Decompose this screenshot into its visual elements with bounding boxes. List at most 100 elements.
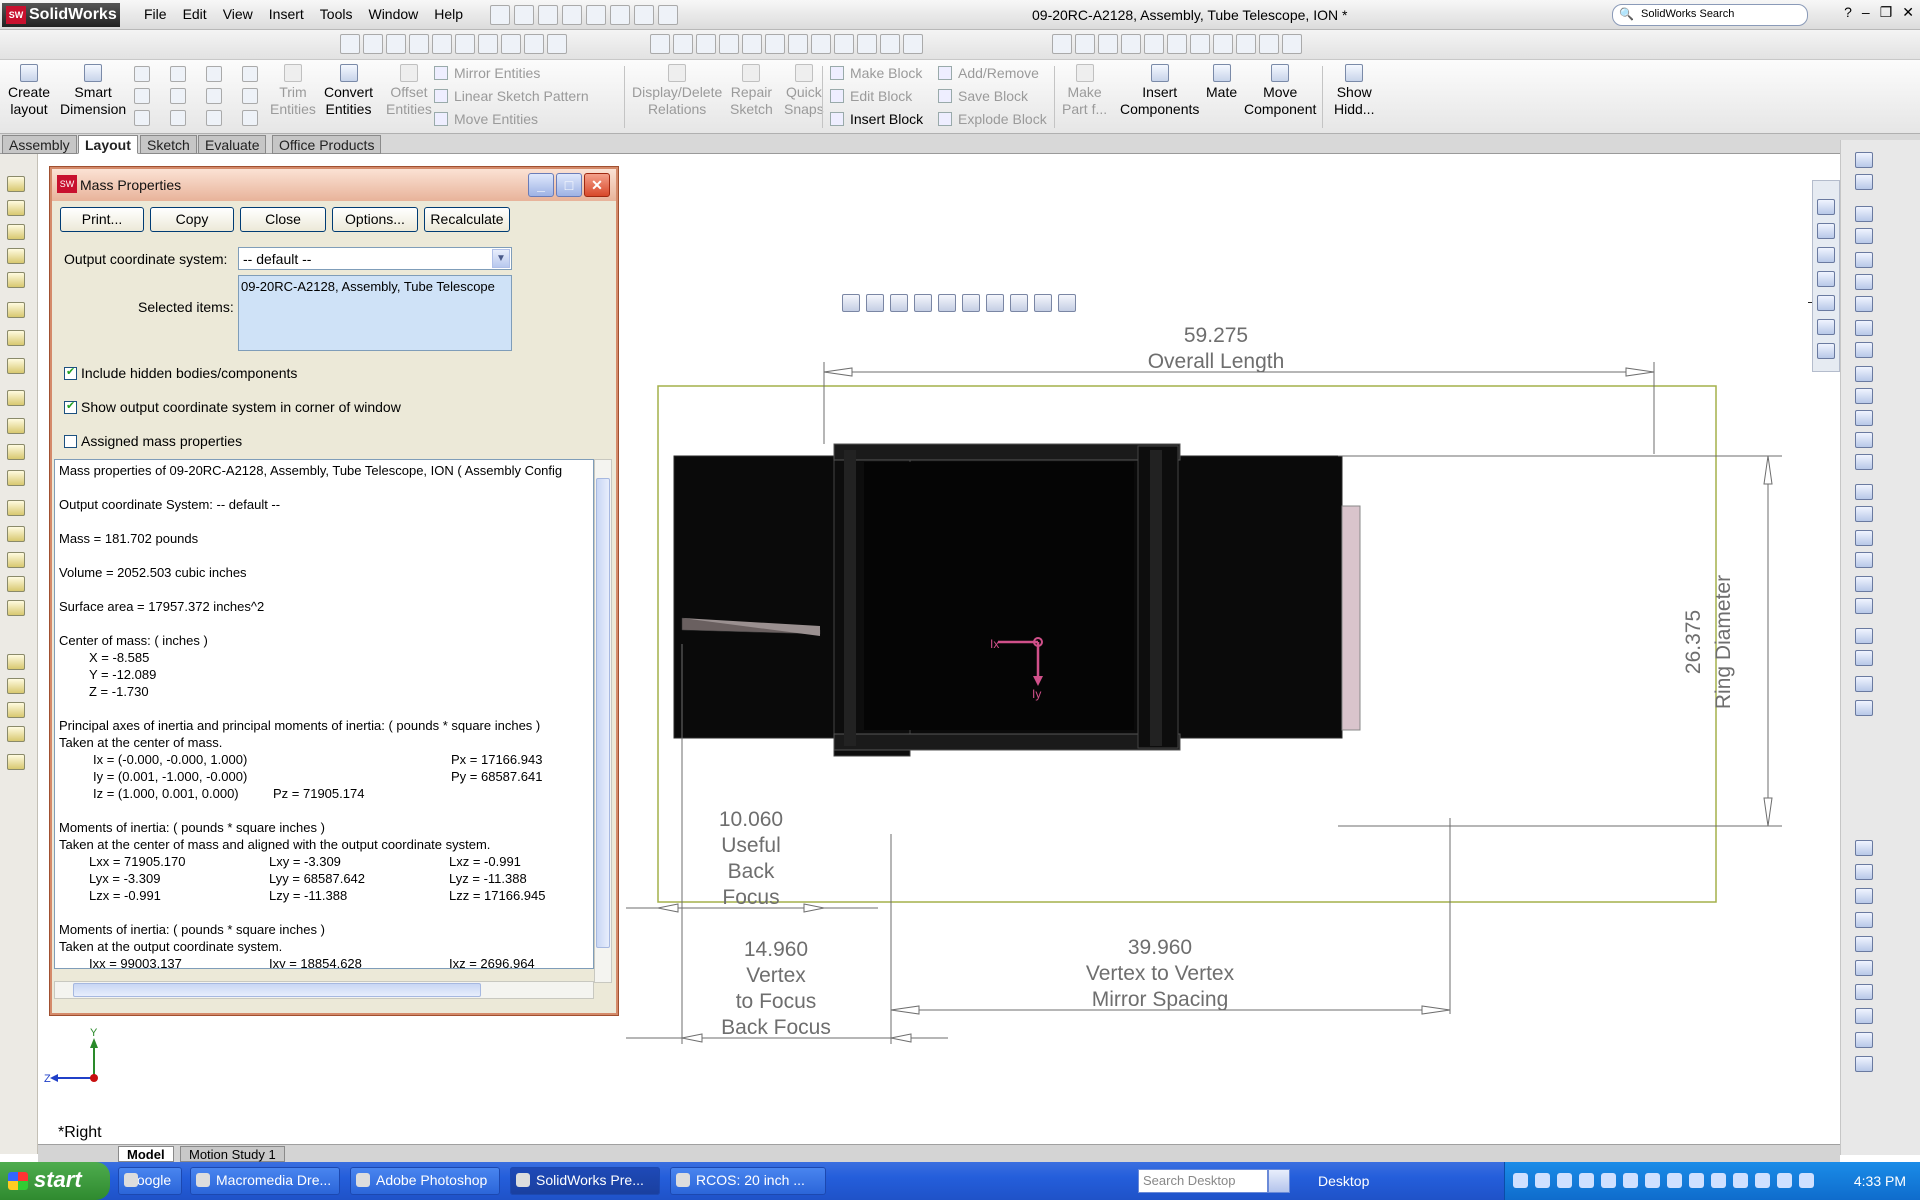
open-folder-icon[interactable] [514,5,534,25]
help-icon[interactable]: ? [1844,4,1852,21]
sketch-tool-icon[interactable] [547,34,567,54]
menu-edit[interactable]: Edit [175,6,215,22]
toolbar-tool-icon[interactable] [7,176,25,192]
results-horizontal-scrollbar[interactable] [54,981,594,999]
desktop-toolbar-label[interactable]: Desktop [1318,1173,1369,1189]
dimension-icon[interactable] [1855,174,1873,190]
view-bottom-icon[interactable] [1190,34,1210,54]
save-icon[interactable] [538,5,558,25]
offset-entities-button[interactable]: Offset Entities [386,64,432,118]
path-length-icon[interactable] [1855,1008,1873,1024]
checkbox-unchecked-icon[interactable] [64,435,77,448]
spelling-icon[interactable] [650,34,670,54]
fillet-icon[interactable] [1855,366,1873,382]
save-block-button[interactable]: Save Block [938,88,1028,104]
point-icon[interactable] [242,110,258,126]
create-layout-button[interactable]: Create layout [8,64,50,118]
useful-back-focus-value[interactable]: 10.060 [719,808,783,831]
display-style-icon[interactable] [962,294,980,312]
minimize-icon[interactable]: – [1862,4,1870,21]
circle-icon[interactable] [1855,274,1873,290]
datum-icon[interactable] [1855,1056,1873,1072]
view-orientation-icon[interactable] [938,294,956,312]
vertical-dimension-icon[interactable] [1855,888,1873,904]
check-icon[interactable] [880,34,900,54]
view-right-icon[interactable] [1144,34,1164,54]
mirror-spacing-value[interactable]: 39.960 [1128,936,1192,959]
horizontal-dimension-icon[interactable] [1855,864,1873,880]
toolbar-tool-icon[interactable] [7,754,25,770]
options-icon[interactable] [658,5,678,25]
repair-icon[interactable] [1855,650,1873,666]
move-entities-button[interactable]: Move Entities [434,111,538,127]
stop-icon[interactable] [903,34,923,54]
paperclip-icon[interactable] [1282,34,1302,54]
tab-sketch[interactable]: Sketch [140,135,197,154]
tray-app-icon[interactable] [1579,1173,1594,1188]
toolbar-tool-icon[interactable] [7,330,25,346]
view-top-icon[interactable] [1167,34,1187,54]
ellipse-icon[interactable] [206,88,222,104]
view-trimetric-icon[interactable] [1236,34,1256,54]
tray-app-icon[interactable] [1645,1173,1660,1188]
tab-layout[interactable]: Layout [78,135,138,154]
checkbox-checked-icon[interactable] [64,365,77,380]
smart-dimension-icon[interactable] [1855,700,1873,716]
function-icon[interactable] [788,34,808,54]
trim-entities-button[interactable]: Trim Entities [270,64,316,118]
text-icon[interactable] [1855,454,1873,470]
sketch-tool-icon[interactable] [524,34,544,54]
arc-icon[interactable] [1855,296,1873,312]
undo-icon[interactable] [586,5,606,25]
select-pointer-icon[interactable] [610,5,630,25]
toolbar-tool-icon[interactable] [7,272,25,288]
toolbar-tool-icon[interactable] [7,678,25,694]
explode-block-button[interactable]: Explode Block [938,111,1047,127]
scrollbar-thumb[interactable] [73,983,481,997]
network-icon[interactable] [1777,1173,1792,1188]
tray-app-icon[interactable] [1667,1173,1682,1188]
appearances-icon[interactable] [1817,319,1835,335]
view-left-icon[interactable] [1121,34,1141,54]
previous-view-icon[interactable] [890,294,908,312]
dialog-maximize-button[interactable]: □ [556,173,582,197]
rectangle-icon[interactable] [1855,228,1873,244]
menu-help[interactable]: Help [426,6,471,22]
restore-icon[interactable]: ❐ [1880,4,1893,21]
sketch-icon[interactable] [1855,152,1873,168]
options-button[interactable]: Options... [332,207,418,232]
toolbar-tool-icon[interactable] [7,248,25,264]
make-block-button[interactable]: Make Block [830,65,922,81]
new-document-icon[interactable] [490,5,510,25]
volume-icon[interactable] [1799,1173,1814,1188]
tray-app-icon[interactable] [1711,1173,1726,1188]
make-part-button[interactable]: Make Part f... [1062,64,1107,118]
view-dimetric-icon[interactable] [1259,34,1279,54]
spline-icon[interactable] [1855,320,1873,336]
task-photoshop[interactable]: Adobe Photoshop [350,1167,500,1195]
render-icon[interactable] [834,34,854,54]
repair-sketch-button[interactable]: Repair Sketch [730,64,773,118]
line-icon[interactable] [1855,206,1873,222]
menu-file[interactable]: File [136,6,175,22]
toolbar-tool-icon[interactable] [7,552,25,568]
point-icon[interactable] [1855,410,1873,426]
tab-evaluate[interactable]: Evaluate [198,135,267,154]
fillet-icon[interactable] [206,110,222,126]
chamfer-dimension-icon[interactable] [1855,960,1873,976]
sketch-tool-icon[interactable] [455,34,475,54]
add-remove-button[interactable]: Add/Remove [938,65,1039,81]
ordinate-dimension-icon[interactable] [1855,936,1873,952]
results-vertical-scrollbar[interactable] [594,459,612,983]
section-view-icon[interactable] [914,294,932,312]
recalculate-button[interactable]: Recalculate [424,207,510,232]
overall-length-value[interactable]: 59.275 [1184,324,1248,347]
mass-properties-results[interactable]: Mass properties of 09-20RC-A2128, Assemb… [54,459,594,969]
slot-icon[interactable] [134,110,150,126]
custom-properties-icon[interactable] [1817,343,1835,359]
slot-icon[interactable] [1855,252,1873,268]
sketch-tool-icon[interactable] [432,34,452,54]
quick-snaps-button[interactable]: Quick Snaps [784,64,824,118]
sketch-tool-icon[interactable] [409,34,429,54]
dialog-close-button[interactable]: ✕ [584,173,610,197]
